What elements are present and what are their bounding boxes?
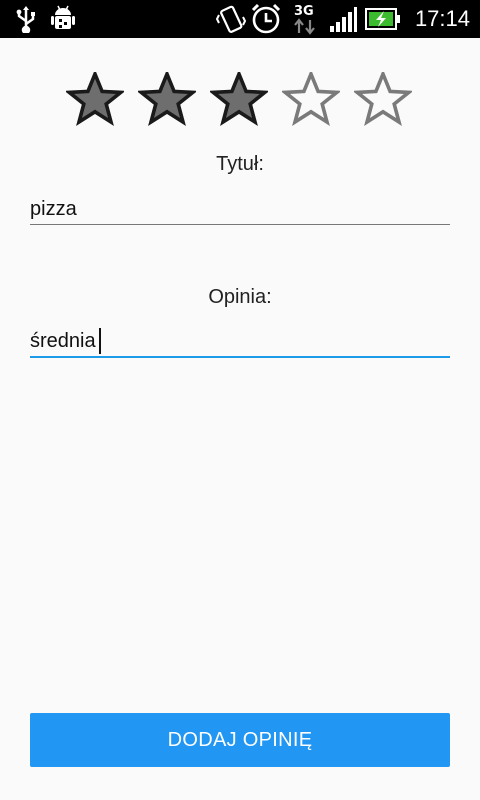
star-4-icon[interactable] bbox=[282, 72, 340, 128]
opinion-input-underline bbox=[30, 356, 450, 358]
rating-bar[interactable] bbox=[66, 72, 414, 128]
signal-icon bbox=[329, 7, 357, 38]
android-debug-icon bbox=[50, 5, 76, 38]
star-3-icon[interactable] bbox=[210, 72, 268, 128]
star-1-icon[interactable] bbox=[66, 72, 124, 128]
alarm-icon bbox=[250, 3, 282, 40]
add-review-button[interactable]: DODAJ OPINIĘ bbox=[30, 713, 450, 767]
status-bar: 3G 17:14 bbox=[0, 0, 480, 38]
title-input-underline bbox=[30, 224, 450, 225]
network-3g-icon: 3G bbox=[292, 1, 320, 40]
usb-icon bbox=[12, 5, 40, 38]
title-input[interactable] bbox=[30, 192, 450, 226]
network-label: 3G bbox=[294, 4, 314, 19]
opinion-input[interactable] bbox=[30, 324, 450, 358]
battery-charging-icon bbox=[365, 8, 401, 35]
star-2-icon[interactable] bbox=[138, 72, 196, 128]
vibrate-icon bbox=[215, 5, 247, 40]
star-5-icon[interactable] bbox=[354, 72, 412, 128]
opinion-label: Opinia: bbox=[208, 286, 272, 308]
status-time: 17:14 bbox=[414, 6, 470, 31]
text-cursor bbox=[99, 328, 101, 354]
title-label: Tytuł: bbox=[216, 153, 264, 175]
